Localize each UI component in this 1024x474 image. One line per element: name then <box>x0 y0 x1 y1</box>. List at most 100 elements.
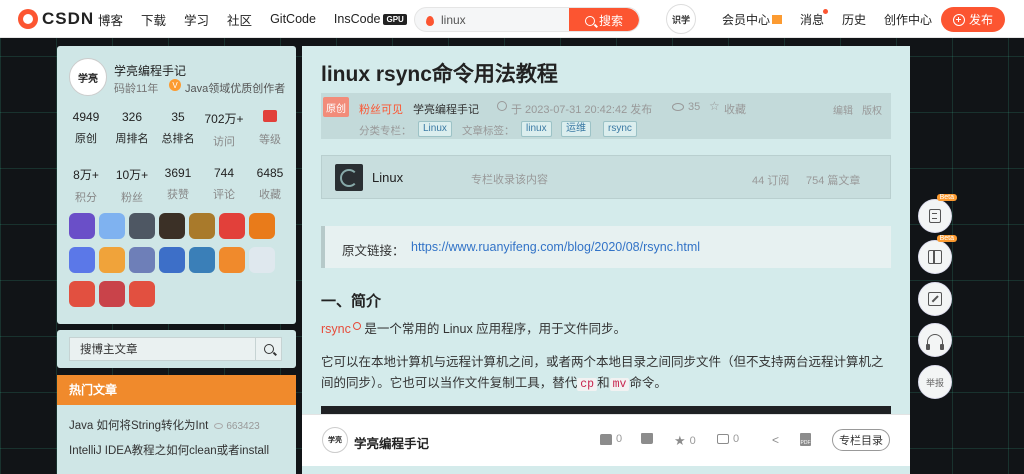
gift-icon <box>772 14 783 24</box>
favorite-link[interactable]: 收藏 <box>724 101 746 117</box>
stat-label: 总排名 <box>161 133 195 145</box>
stats-row-1: 4949 原创 326 周排名 35 总排名 702万+ 访问 等级 <box>57 110 296 149</box>
clock-icon <box>497 101 507 111</box>
like-count: 0 <box>616 433 623 445</box>
stat-label: 积分 <box>75 192 97 204</box>
float-report-button[interactable]: 举报 <box>918 365 952 399</box>
logo-text: CSDN <box>42 9 95 28</box>
publish-button[interactable]: 发布 <box>941 7 1005 32</box>
meta-author[interactable]: 学亮编程手记 <box>413 101 479 117</box>
column-card[interactable]: Linux 专栏收录该内容 44 订阅 754 篇文章 <box>321 155 891 199</box>
stat-original[interactable]: 4949 原创 <box>63 110 109 149</box>
hot-article-item[interactable]: Java 如何将String转化为Int 663423 <box>69 417 260 433</box>
column-cover-icon <box>335 164 363 191</box>
top-search-input[interactable] <box>441 12 561 27</box>
stat-total-rank[interactable]: 35 总排名 <box>155 110 201 149</box>
column-article-count: 754 篇文章 <box>806 175 861 187</box>
nav-messages[interactable]: 消息 <box>800 8 829 28</box>
bottom-author-name[interactable]: 学亮编程手记 <box>354 433 429 452</box>
article-meta: 原创 粉丝可见 学亮编程手记 于 2023-07-31 20:42:42 发布 … <box>321 93 891 139</box>
article-main: linux rsync命令用法教程 原创 粉丝可见 学亮编程手记 于 2023-… <box>302 46 910 474</box>
nav-creator-center[interactable]: 创作中心 <box>884 11 932 28</box>
favorite-button[interactable]: ★ 0 <box>674 433 696 449</box>
column-directory-button[interactable]: 专栏目录 <box>832 429 890 451</box>
achievement-badge-icon[interactable] <box>99 213 125 239</box>
stat-label: 获赞 <box>167 189 189 201</box>
article-tag[interactable]: 运维 <box>561 121 591 137</box>
publish-label: 发布 <box>968 13 993 27</box>
blog-search-input[interactable] <box>80 343 250 355</box>
nav-blog[interactable]: 博客 <box>98 10 123 29</box>
nav-vip-center[interactable]: 会员中心 <box>722 11 783 28</box>
stat-visits: 702万+ 访问 <box>201 110 247 149</box>
stat-value: 4949 <box>72 110 100 124</box>
nav-learn[interactable]: 学习 <box>184 10 209 29</box>
achievement-badge-icon[interactable] <box>69 213 95 239</box>
achievement-badge-icon[interactable] <box>99 247 125 273</box>
stat-value: 744 <box>213 166 235 180</box>
nav-history[interactable]: 历史 <box>842 11 866 28</box>
stat-value: 3691 <box>164 166 192 180</box>
copyright-link[interactable]: 版权 <box>862 102 882 117</box>
stat-week-rank[interactable]: 326 周排名 <box>109 110 155 149</box>
comment-icon <box>717 434 729 444</box>
hot-article-item[interactable]: IntelliJ IDEA教程之如何clean或者install <box>69 442 269 458</box>
paragraph-2: 它可以在本地计算机与远程计算机之间，或者两个本地目录之间同步文件（但不支持两台远… <box>321 352 891 395</box>
float-write-button[interactable] <box>918 282 952 316</box>
comment-count: 0 <box>733 433 740 445</box>
nav-community[interactable]: 社区 <box>227 10 252 29</box>
column-name[interactable]: Linux <box>372 170 403 185</box>
nav-vip-label: 会员中心 <box>722 12 771 27</box>
article-tag[interactable]: rsync <box>603 121 637 137</box>
dislike-button[interactable] <box>641 433 657 444</box>
csdn-logo[interactable]: CSDN <box>18 9 94 29</box>
author-avatar[interactable]: 学亮 <box>69 58 107 96</box>
keyword-link[interactable]: rsync <box>321 322 351 336</box>
stat-level[interactable]: 等级 <box>247 110 293 149</box>
pdf-button[interactable]: PDF <box>800 433 811 446</box>
stat-label: 周排名 <box>115 133 149 145</box>
achievement-badge-icon[interactable] <box>69 281 95 307</box>
nav-inscode[interactable]: InsCode GPU <box>334 12 407 26</box>
float-ai-summary-button[interactable]: Beta <box>918 194 957 233</box>
achievement-badge-icon[interactable] <box>249 247 275 273</box>
achievement-badge-icon[interactable] <box>69 247 95 273</box>
comment-button[interactable]: 0 <box>717 433 739 445</box>
blog-search-button[interactable] <box>255 338 281 360</box>
views-icon <box>672 103 684 111</box>
achievement-badge-icon[interactable] <box>159 213 185 239</box>
nav-download[interactable]: 下载 <box>141 10 166 29</box>
share-button[interactable]: < <box>772 433 779 447</box>
article-tag[interactable]: linux <box>521 121 552 137</box>
verified-badge-icon: V <box>169 79 181 91</box>
float-support-button[interactable] <box>918 323 952 357</box>
search-button[interactable]: 搜索 <box>569 8 639 31</box>
author-name[interactable]: 学亮编程手记 <box>114 62 186 79</box>
stat-label: 等级 <box>259 134 281 146</box>
achievement-badge-icon[interactable] <box>219 247 245 273</box>
achievement-badge-icon[interactable] <box>129 213 155 239</box>
keyword-search-icon <box>352 322 361 330</box>
plus-circle-icon <box>952 13 965 26</box>
user-avatar[interactable]: 识学 <box>666 4 696 34</box>
achievement-badge-icon[interactable] <box>129 281 155 307</box>
user-nav: 会员中心 消息 历史 创作中心 <box>722 0 950 38</box>
achievement-badge-icon[interactable] <box>189 247 215 273</box>
achievement-badge-icon[interactable] <box>159 247 185 273</box>
source-link[interactable]: https://www.ruanyifeng.com/blog/2020/08/… <box>411 240 700 254</box>
category-tag[interactable]: Linux <box>418 121 452 137</box>
bottom-author-avatar[interactable]: 学亮 <box>322 427 348 453</box>
achievement-badge-icon[interactable] <box>129 247 155 273</box>
view-count: 35 <box>688 101 701 113</box>
paragraph-1: rsync 是一个常用的 Linux 应用程序，用于文件同步。 <box>321 319 891 340</box>
float-layout-button[interactable]: Beta <box>918 235 957 274</box>
achievement-badge-icon[interactable] <box>99 281 125 307</box>
like-button[interactable]: 0 <box>600 433 622 445</box>
achievement-badge-icon[interactable] <box>189 213 215 239</box>
achievement-badge-icon[interactable] <box>249 213 275 239</box>
edit-link[interactable]: 编辑 <box>833 102 853 117</box>
stat-fans[interactable]: 10万+ 粉丝 <box>109 166 155 205</box>
achievement-badge-icon[interactable] <box>219 213 245 239</box>
inline-code-cp: cp <box>577 378 598 391</box>
nav-gitcode[interactable]: GitCode <box>270 12 316 26</box>
